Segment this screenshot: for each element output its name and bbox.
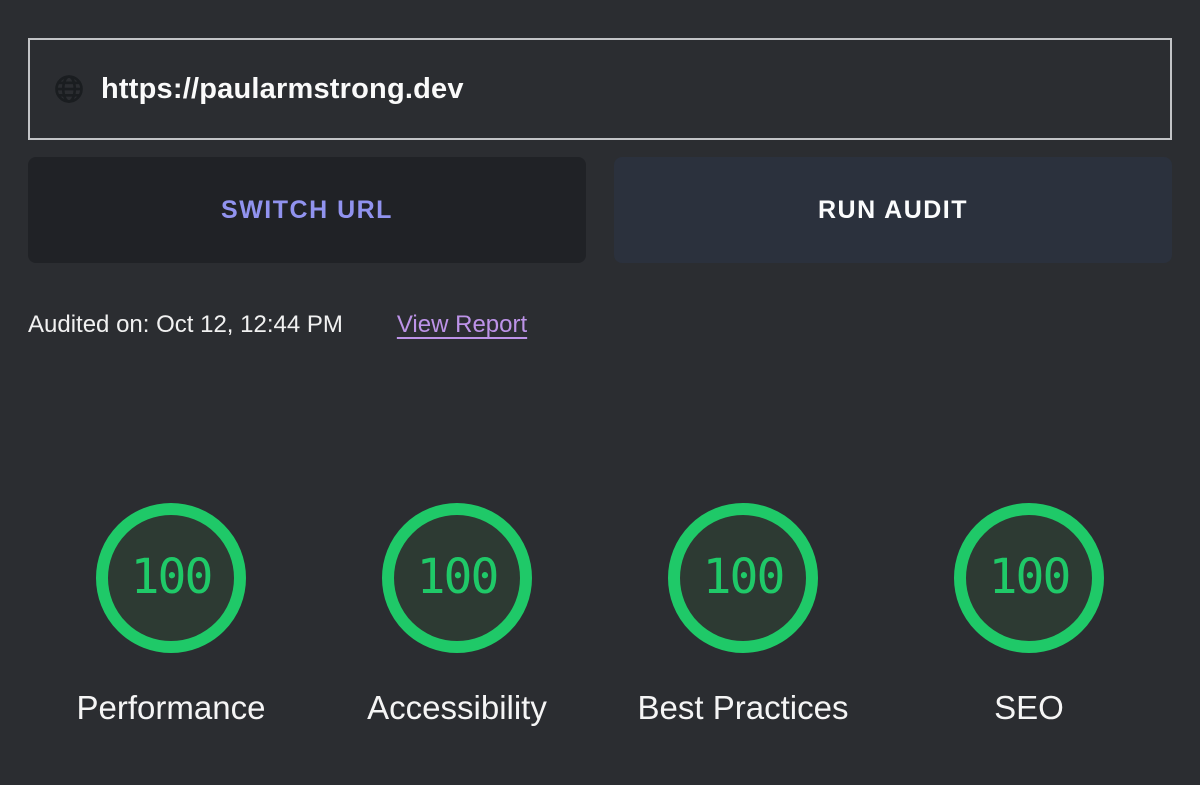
- url-value: https://paularmstrong.dev: [101, 73, 464, 106]
- score-label-performance: Performance: [77, 689, 266, 727]
- score-circle-performance: 100: [96, 503, 246, 653]
- url-input[interactable]: https://paularmstrong.dev: [28, 38, 1172, 140]
- audit-panel: https://paularmstrong.dev SWITCH URL RUN…: [0, 0, 1200, 727]
- score-gauges: 100 Performance 100 Accessibility 100 Be…: [28, 503, 1172, 727]
- score-gauge-accessibility: 100 Accessibility: [314, 503, 600, 727]
- audited-on-text: Audited on: Oct 12, 12:44 PM: [28, 310, 343, 339]
- score-gauge-performance: 100 Performance: [28, 503, 314, 727]
- switch-url-button[interactable]: SWITCH URL: [28, 157, 586, 263]
- score-label-seo: SEO: [994, 689, 1064, 727]
- score-value-performance: 100: [131, 549, 212, 605]
- score-label-accessibility: Accessibility: [367, 689, 547, 727]
- score-gauge-best-practices: 100 Best Practices: [600, 503, 886, 727]
- score-gauge-seo: 100 SEO: [886, 503, 1172, 727]
- view-report-link[interactable]: View Report: [397, 310, 527, 339]
- globe-icon: [54, 74, 84, 104]
- score-value-seo: 100: [989, 549, 1070, 605]
- score-value-best-practices: 100: [703, 549, 784, 605]
- score-value-accessibility: 100: [417, 549, 498, 605]
- score-circle-best-practices: 100: [668, 503, 818, 653]
- action-buttons: SWITCH URL RUN AUDIT: [28, 157, 1172, 263]
- run-audit-button[interactable]: RUN AUDIT: [614, 157, 1172, 263]
- score-label-best-practices: Best Practices: [638, 689, 849, 727]
- score-circle-seo: 100: [954, 503, 1104, 653]
- score-circle-accessibility: 100: [382, 503, 532, 653]
- audit-meta: Audited on: Oct 12, 12:44 PM View Report: [28, 310, 1172, 339]
